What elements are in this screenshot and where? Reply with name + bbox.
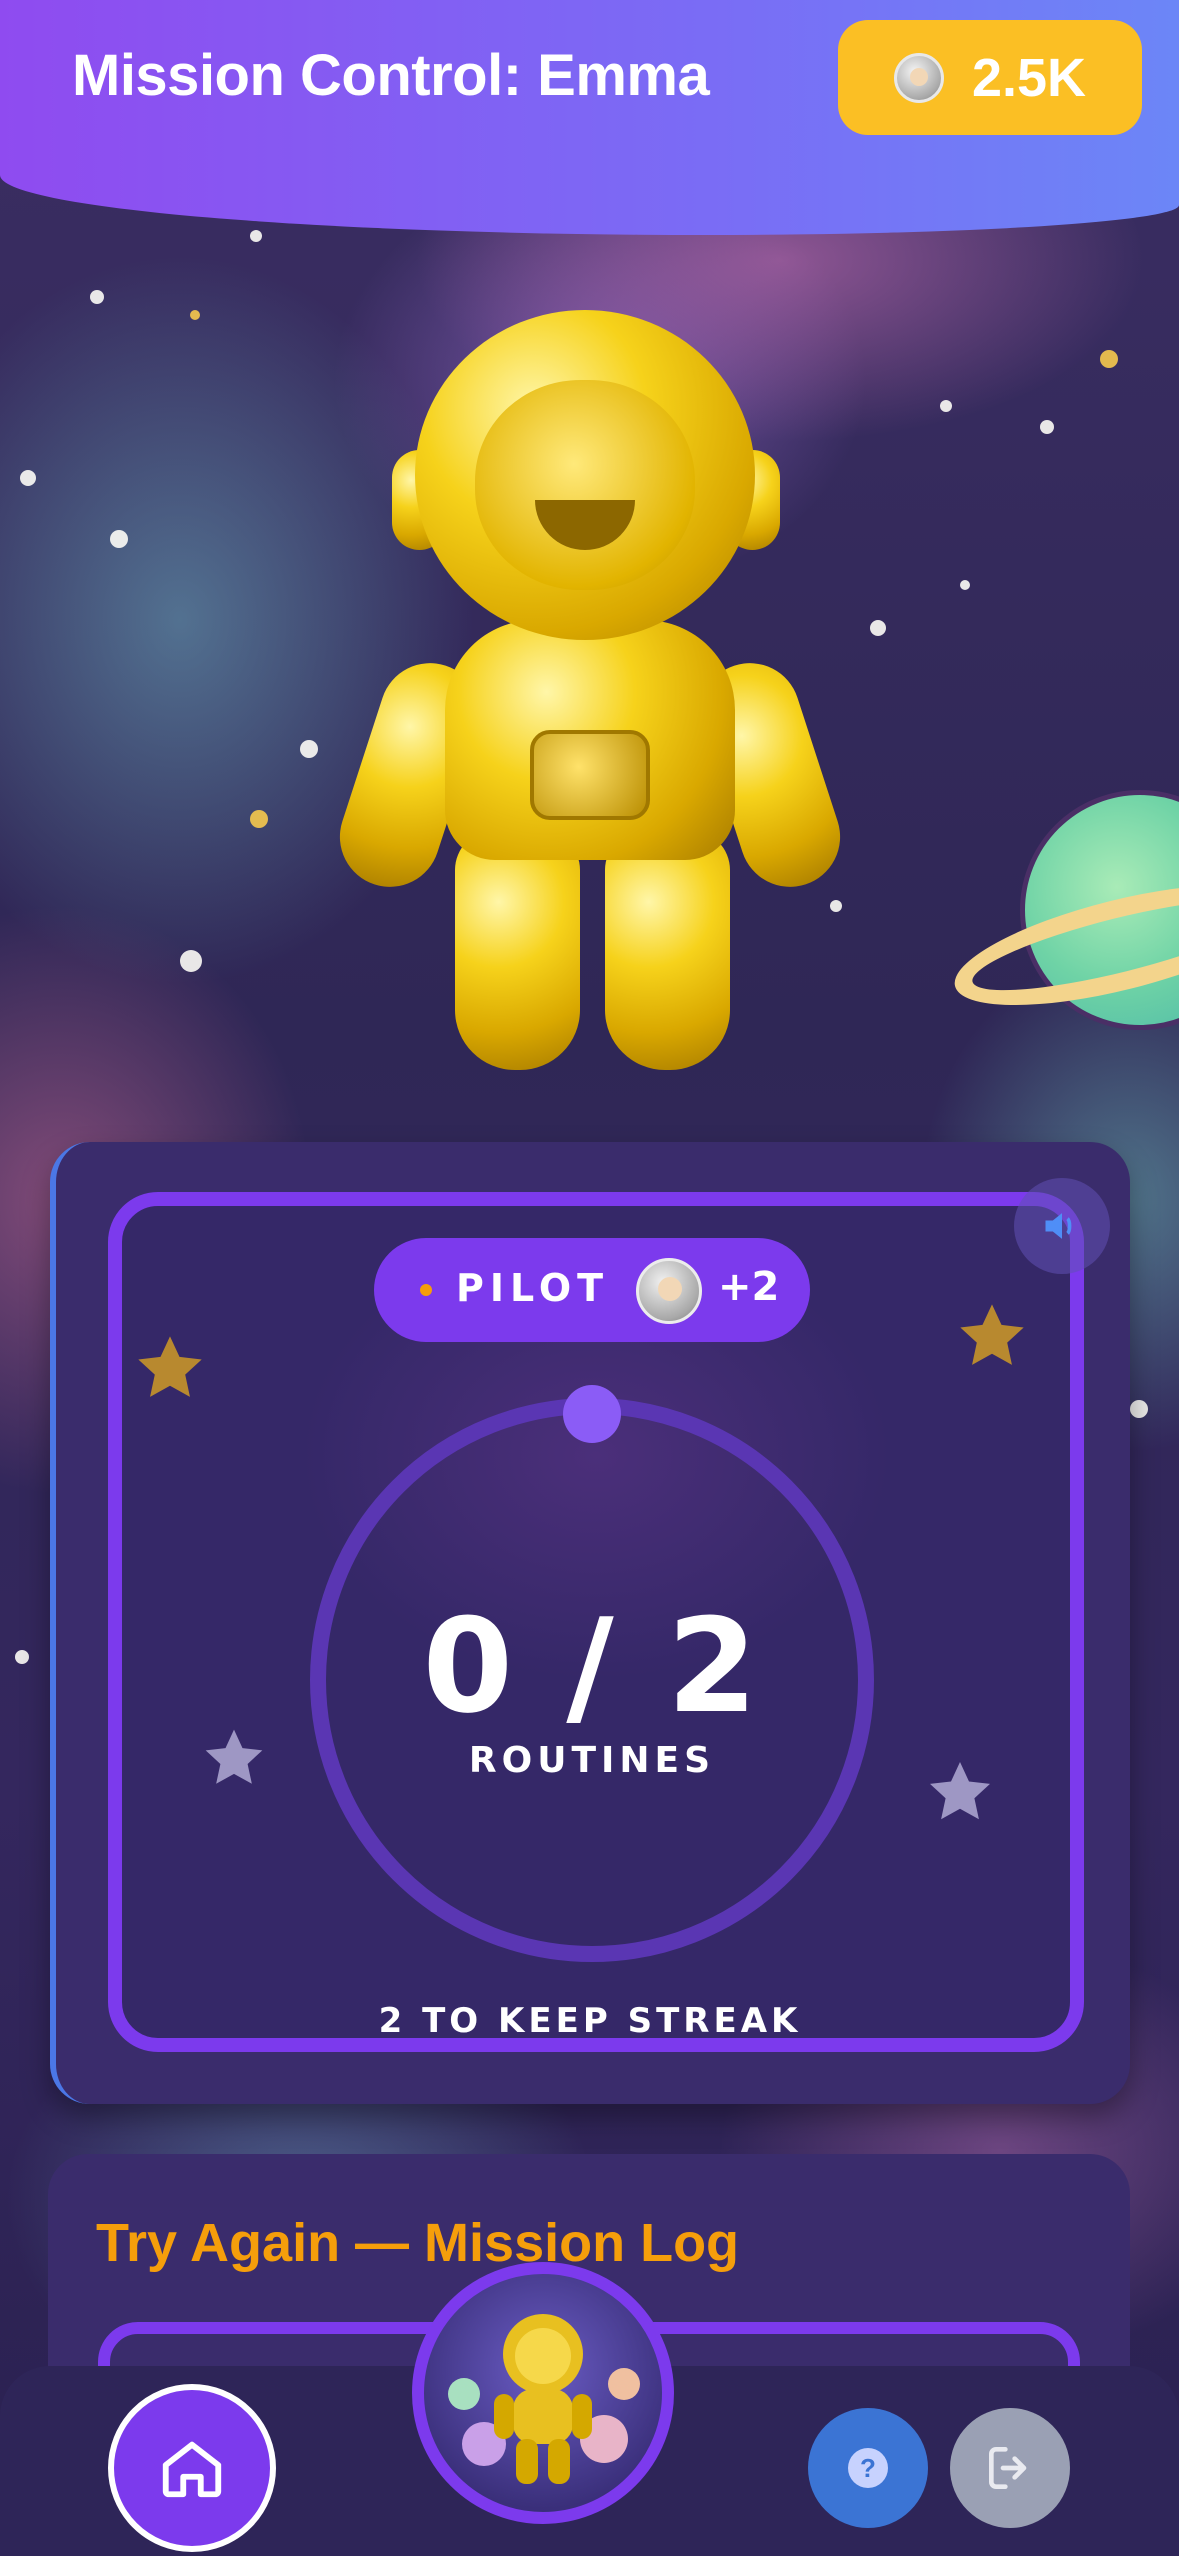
astronaut-avatar-button[interactable] <box>412 2262 674 2524</box>
coin-balance-button[interactable]: 2.5K <box>838 20 1142 135</box>
progress-ring-knob <box>563 1385 621 1443</box>
help-button[interactable]: ? <box>808 2408 928 2528</box>
astronaut-avatar-icon <box>893 52 944 103</box>
star-dot <box>190 310 200 320</box>
silver-star-icon <box>205 1729 263 1784</box>
golden-astronaut-mascot <box>326 300 854 1100</box>
star-dot <box>180 950 202 972</box>
star-dot <box>110 530 128 548</box>
star-dot <box>300 740 318 758</box>
star-dot <box>15 1650 29 1664</box>
page-title: Mission Control: Emma <box>72 43 710 108</box>
rank-badge[interactable]: PILOT +2 <box>374 1238 810 1342</box>
gold-star-icon <box>960 1304 1024 1365</box>
mission-log-title: Try Again — Mission Log <box>96 2213 740 2273</box>
streak-hint: 2 TO KEEP STREAK <box>378 2001 802 2041</box>
help-icon: ? <box>848 2448 888 2488</box>
routine-progress-label: ROUTINES <box>468 1740 716 1781</box>
star-dot <box>940 400 952 412</box>
logout-icon <box>989 2447 1027 2489</box>
star-dot <box>1040 420 1054 434</box>
home-button[interactable] <box>108 2384 276 2552</box>
star-dot <box>250 810 268 828</box>
logout-button[interactable] <box>950 2408 1070 2528</box>
star-dot <box>90 290 104 304</box>
coin-balance-value: 2.5K <box>971 47 1087 108</box>
rank-label: PILOT <box>456 1266 610 1310</box>
crew-extra-count: +2 <box>718 1264 780 1310</box>
sound-toggle-button[interactable] <box>1014 1178 1110 1274</box>
star-dot <box>20 470 36 486</box>
golden-astronaut-avatar <box>448 2314 640 2484</box>
gold-star-icon <box>138 1336 202 1397</box>
speaker-icon <box>1045 1213 1072 1239</box>
star-dot <box>250 230 262 242</box>
crew-avatar <box>636 1258 702 1324</box>
star-dot <box>1100 350 1118 368</box>
star-dot <box>870 620 886 636</box>
star-dot <box>1130 1400 1148 1418</box>
app-header: Mission Control: Emma 2.5K <box>0 0 1179 235</box>
planet-illustration <box>944 770 1179 1070</box>
routine-progress-count: 0 / 2 <box>422 1590 762 1742</box>
home-icon <box>162 2441 222 2498</box>
star-dot <box>960 580 970 590</box>
rank-dot <box>420 1284 432 1296</box>
silver-star-icon <box>930 1762 990 1820</box>
